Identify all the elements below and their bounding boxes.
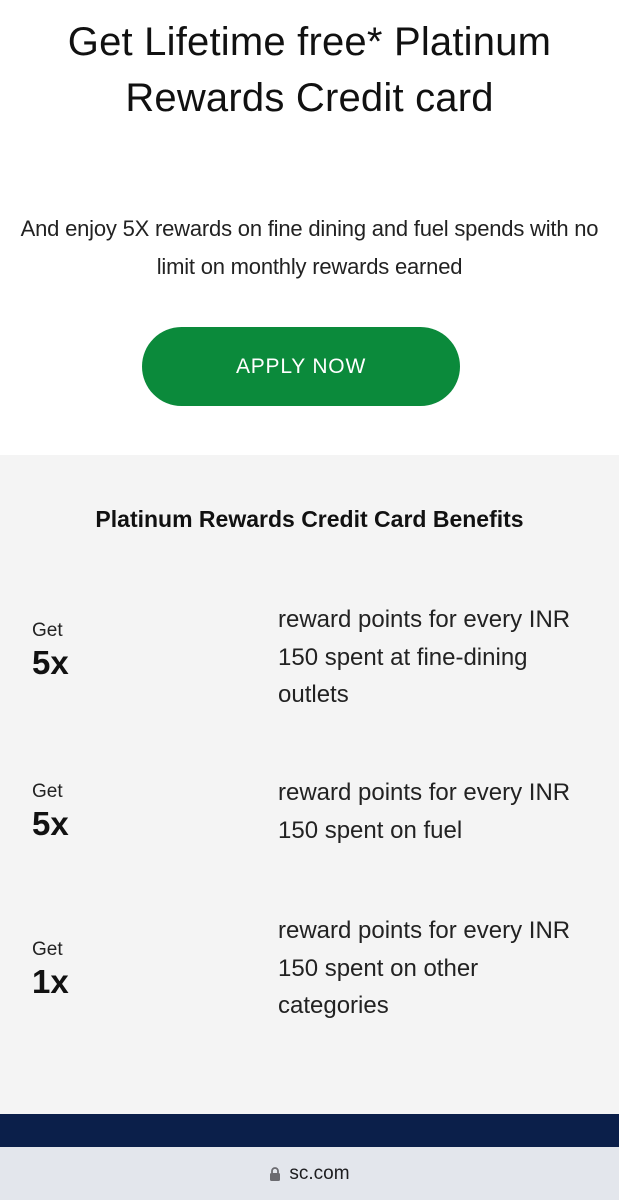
lock-icon <box>269 1166 281 1182</box>
url-text: sc.com <box>289 1162 350 1184</box>
benefit-multiplier-block: Get 5x <box>32 619 232 683</box>
browser-url-bar[interactable]: sc.com <box>0 1147 619 1200</box>
benefit-multiplier-block: Get 1x <box>32 938 232 1002</box>
benefit-multiplier-block: Get 5x <box>32 780 232 844</box>
benefit-description: reward points for every INR 150 spent on… <box>278 779 571 844</box>
benefit-get-label: Get <box>32 620 63 641</box>
hero-section: Get Lifetime free* Platinum Rewards Cred… <box>0 0 619 455</box>
benefits-title: Platinum Rewards Credit Card Benefits <box>95 506 524 532</box>
benefit-get-label: Get <box>32 781 63 802</box>
benefit-multiplier: 5x <box>32 805 69 842</box>
footer-bar <box>0 1114 619 1147</box>
url-display[interactable]: sc.com <box>269 1162 350 1185</box>
benefit-description: reward points for every INR 150 spent at… <box>278 606 571 708</box>
benefits-section: Platinum Rewards Credit Card Benefits Ge… <box>0 455 619 1114</box>
benefit-description: reward points for every INR 150 spent on… <box>278 917 571 1019</box>
apply-now-button[interactable]: APPLY NOW <box>142 327 460 406</box>
hero-subtitle: And enjoy 5X rewards on fine dining and … <box>20 216 599 279</box>
benefit-multiplier: 1x <box>32 963 69 1000</box>
hero-title: Get Lifetime free* Platinum Rewards Cred… <box>67 20 552 120</box>
benefit-get-label: Get <box>32 939 63 960</box>
benefit-multiplier: 5x <box>32 644 69 681</box>
